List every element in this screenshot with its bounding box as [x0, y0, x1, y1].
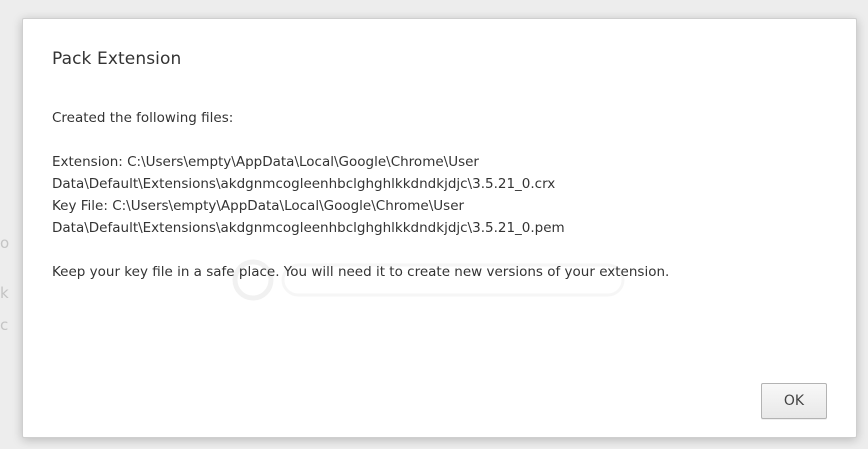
keyfile-path-line-1: Key File: C:\Users\empty\AppData\Local\G…: [52, 198, 465, 214]
keyfile-path-line-2: Data\Default\Extensions\akdgnmcogleenhbc…: [52, 220, 565, 236]
backdrop-fragment: c: [0, 316, 9, 334]
dialog-message: Created the following files: Extension: …: [52, 107, 832, 283]
dialog-title: Pack Extension: [52, 49, 182, 69]
extension-path-line-2: Data\Default\Extensions\akdgnmcogleenhbc…: [52, 176, 556, 192]
backdrop-fragment: o: [0, 234, 10, 252]
intro-text: Created the following files:: [52, 110, 234, 126]
keyfile-note: Keep your key file in a safe place. You …: [52, 264, 670, 280]
extension-path-line-1: Extension: C:\Users\empty\AppData\Local\…: [52, 154, 479, 170]
backdrop-fragment: k: [0, 284, 9, 302]
pack-extension-dialog: Pack Extension Created the following fil…: [22, 18, 857, 438]
ok-button[interactable]: OK: [761, 383, 827, 419]
